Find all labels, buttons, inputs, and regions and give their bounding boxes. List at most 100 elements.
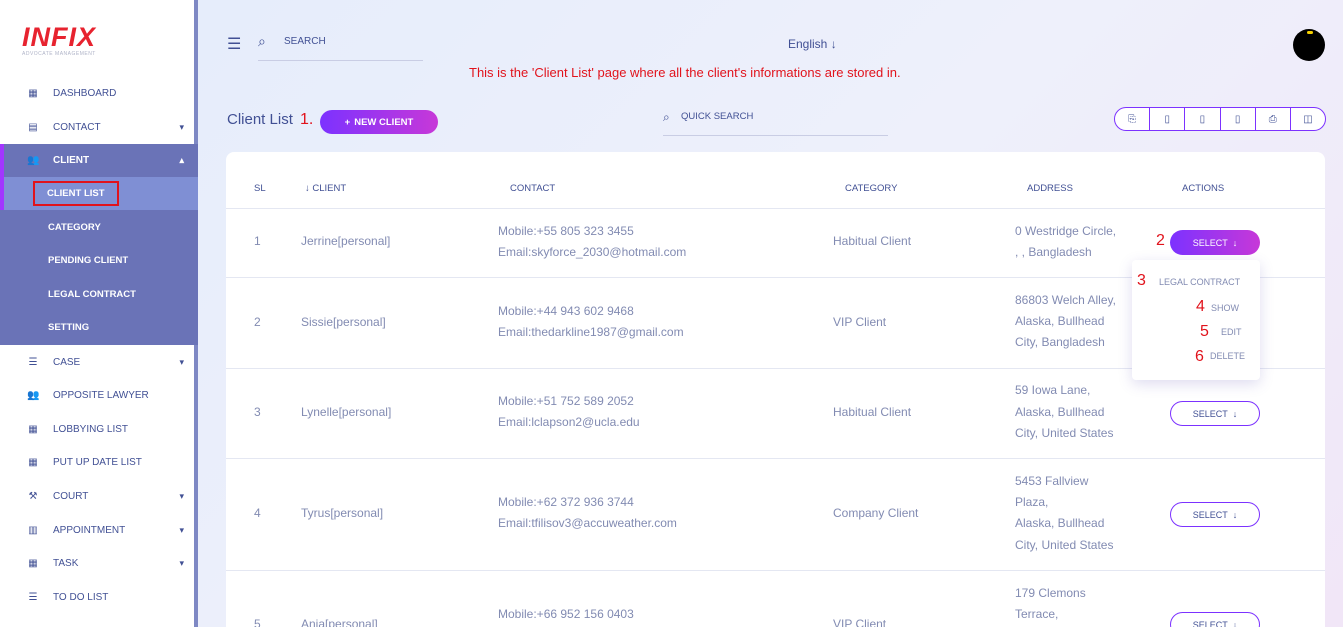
annotation-number-3: 3 [1137, 272, 1146, 289]
cell-address-line: City, United States [1015, 538, 1114, 552]
csv-icon[interactable]: ▯ [1185, 108, 1221, 130]
chevron-down-icon: ▾ [179, 122, 184, 132]
new-client-button[interactable]: + NEW CLIENT [320, 110, 438, 134]
select-label: SELECT [1192, 408, 1228, 419]
cell-mobile: Mobile:+62 372 936 3744 [498, 495, 634, 509]
sidebar-item-task[interactable]: ▦ TASK ▾ [0, 547, 198, 580]
cell-sl: 2 [254, 315, 261, 329]
gavel-icon: ⚒ [28, 491, 38, 502]
annotation-number-6: 6 [1195, 348, 1204, 365]
annotation-number-1: 1. [300, 111, 314, 128]
dropdown-item-legal-contract[interactable]: LEGAL CONTRACT [1159, 277, 1240, 287]
select-label: SELECT [1192, 509, 1228, 520]
submenu-item-label: CATEGORY [48, 222, 101, 233]
cell-sl: 3 [254, 405, 261, 419]
sidebar-item-opposite-lawyer[interactable]: 👥 OPPOSITE LAWYER [0, 379, 198, 412]
submenu-item-category[interactable]: CATEGORY [0, 211, 198, 244]
cell-mobile: Mobile:+44 943 602 9468 [498, 304, 634, 318]
dropdown-item-delete[interactable]: DELETE [1210, 351, 1245, 361]
select-button[interactable]: SELECT ↓ [1170, 401, 1260, 426]
cell-address-line: 0 Westridge Circle, [1015, 224, 1117, 238]
arrow-down-icon: ↓ [1232, 509, 1238, 520]
row-divider [226, 458, 1325, 459]
sidebar-item-label: PUT UP DATE LIST [53, 457, 142, 468]
submenu-item-label: LEGAL CONTRACT [48, 289, 136, 300]
avatar[interactable] [1293, 29, 1325, 61]
chevron-down-icon: ▾ [179, 525, 184, 535]
sidebar-item-appointment[interactable]: ▥ APPOINTMENT ▾ [0, 514, 198, 547]
cell-mobile: Mobile:+55 805 323 3455 [498, 224, 634, 238]
page-annotation: This is the 'Client List' page where all… [469, 65, 901, 80]
grid-icon: ▦ [28, 457, 38, 468]
annotation-number-2: 2 [1156, 232, 1165, 249]
sidebar-item-put-up-date-list[interactable]: ▦ PUT UP DATE LIST [0, 446, 198, 479]
search-icon: ⌕ [258, 33, 266, 49]
sidebar-item-client[interactable]: 👥 CLIENT ▴ [0, 144, 198, 177]
sidebar-item-label: DASHBOARD [53, 88, 117, 99]
sidebar-item-label: CONTACT [53, 122, 101, 133]
grid-icon: ▦ [28, 88, 38, 99]
cell-client: Jerrine[personal] [301, 234, 391, 248]
column-header-contact[interactable]: CONTACT [510, 183, 555, 194]
cell-category: Habitual Client [833, 405, 912, 419]
select-button[interactable]: SELECT ↓ [1170, 230, 1260, 255]
column-header-address[interactable]: ADDRESS [1027, 183, 1073, 194]
cell-address-line: Alaska, Bullhead [1015, 405, 1105, 419]
cell-address-line: Terrace, [1015, 607, 1059, 621]
cell-category: Habitual Client [833, 234, 912, 248]
sidebar-item-court[interactable]: ⚒ COURT ▾ [0, 480, 198, 513]
copy-icon[interactable]: ⎘ [1115, 108, 1151, 130]
submenu-item-setting[interactable]: SETTING [0, 311, 198, 344]
column-header-category[interactable]: CATEGORY [845, 183, 897, 194]
print-icon[interactable]: ⎙ [1256, 108, 1291, 130]
column-header-client[interactable]: ↓ CLIENT [305, 183, 346, 194]
cell-mobile: Mobile:+66 952 156 0403 [498, 607, 634, 621]
chevron-down-icon: ▾ [179, 491, 184, 501]
sidebar: INFIX ADVOCATE MANAGEMENT ▦ DASHBOARD ▤ … [0, 0, 198, 627]
language-selector[interactable]: English ↓ [788, 37, 837, 51]
cell-mobile: Mobile:+51 752 589 2052 [498, 394, 634, 408]
submenu-item-legal-contract[interactable]: LEGAL CONTRACT [0, 278, 198, 311]
quick-search-input[interactable] [681, 111, 871, 122]
row-divider [226, 570, 1325, 571]
select-label: SELECT [1192, 237, 1228, 248]
sidebar-item-label: TASK [53, 558, 79, 569]
client-submenu: CLIENT LIST CATEGORY PENDING CLIENT LEGA… [0, 177, 198, 345]
new-client-label: NEW CLIENT [354, 116, 414, 128]
sidebar-item-label: CASE [53, 357, 81, 368]
submenu-item-client-list[interactable]: CLIENT LIST [0, 177, 198, 210]
cell-category: VIP Client [833, 315, 887, 329]
dropdown-item-show[interactable]: SHOW [1211, 303, 1239, 313]
cell-sl: 1 [254, 234, 261, 248]
sidebar-item-lobbying-list[interactable]: ▦ LOBBYING LIST [0, 413, 198, 446]
sidebar-item-dashboard[interactable]: ▦ DASHBOARD [0, 77, 198, 110]
pdf-icon[interactable]: ▯ [1221, 108, 1256, 130]
global-search: ⌕ [258, 33, 423, 61]
cell-address-line: Alaska, Bullhead [1015, 314, 1105, 328]
search-input[interactable] [284, 36, 414, 47]
cell-address-line: City, Bangladesh [1015, 335, 1105, 349]
cell-client: Tyrus[personal] [301, 506, 384, 520]
search-icon: ⌕ [663, 110, 670, 124]
page-title: Client List [227, 111, 293, 128]
select-button[interactable]: SELECT ↓ [1170, 502, 1260, 527]
sidebar-item-contact[interactable]: ▤ CONTACT ▾ [0, 111, 198, 144]
cell-sl: 5 [254, 617, 261, 627]
users-icon: 👥 [27, 390, 40, 401]
submenu-item-label: PENDING CLIENT [48, 255, 129, 266]
cell-address-line: 5453 Fallview [1015, 474, 1089, 488]
excel-icon[interactable]: ▯ [1150, 108, 1186, 130]
menu-toggle-icon[interactable]: ☰ [227, 34, 241, 54]
submenu-item-label: CLIENT LIST [33, 181, 119, 206]
dropdown-item-edit[interactable]: EDIT [1221, 327, 1242, 337]
sidebar-item-to-do-list[interactable]: ☰ TO DO LIST [0, 581, 198, 614]
plus-icon: + [344, 116, 351, 128]
column-header-sl[interactable]: SL [254, 183, 266, 194]
columns-icon[interactable]: ◫ [1291, 108, 1325, 130]
logo-text: INFIX [22, 22, 97, 52]
app-logo[interactable]: INFIX ADVOCATE MANAGEMENT [22, 22, 97, 58]
select-button[interactable]: SELECT ↓ [1170, 612, 1260, 627]
sidebar-item-case[interactable]: ☰ CASE ▾ [0, 346, 198, 379]
submenu-item-pending-client[interactable]: PENDING CLIENT [0, 244, 198, 277]
column-header-actions[interactable]: ACTIONS [1182, 183, 1224, 194]
